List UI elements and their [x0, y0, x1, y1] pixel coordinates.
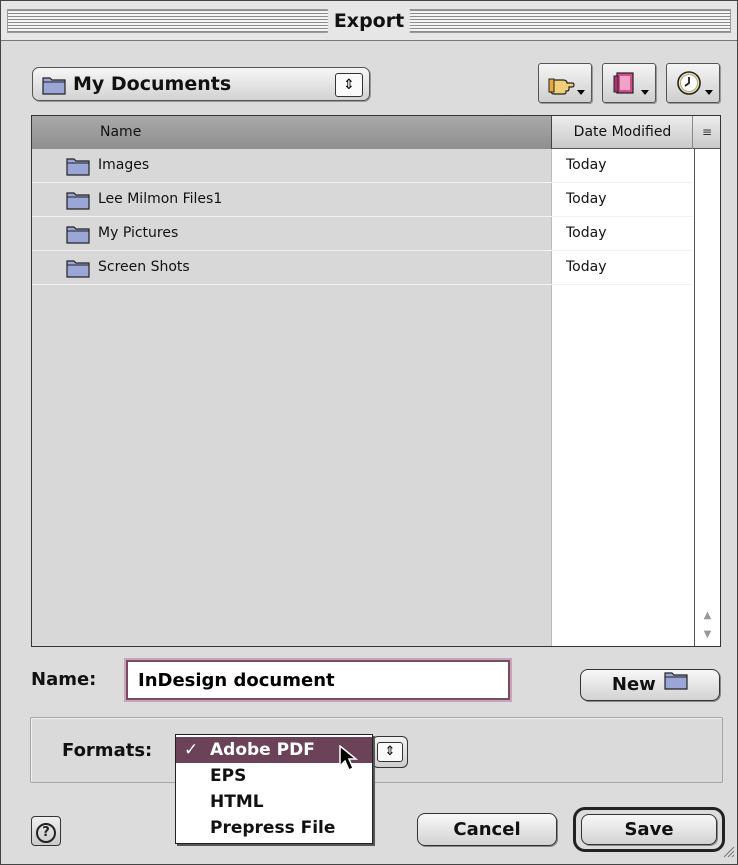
file-rows: Images Today Lee Milmon Files1 Today My …	[32, 149, 693, 285]
menu-item-html[interactable]: HTML	[176, 789, 372, 815]
formats-popup-arrows[interactable]: ⇕	[372, 736, 408, 768]
file-date: Today	[566, 259, 607, 275]
scroll-up-icon[interactable]: ▲	[695, 606, 720, 626]
folder-icon	[41, 74, 67, 100]
export-dialog: Export My Documents ⇕ Name Date Modified…	[0, 0, 738, 865]
favorites-book-icon	[612, 70, 640, 100]
location-label: My Documents	[73, 73, 232, 95]
file-list[interactable]: Name Date Modified ≡ ▲ ▼ Images Today Le…	[31, 115, 721, 647]
recent-button[interactable]	[666, 63, 720, 103]
clock-icon	[676, 70, 704, 100]
column-header-name[interactable]: Name	[32, 116, 552, 149]
name-label: Name:	[31, 669, 97, 690]
name-field[interactable]	[126, 660, 510, 700]
pointing-hand-icon	[548, 70, 576, 100]
checkmark-icon: ✓	[184, 740, 199, 760]
formats-label: Formats:	[62, 740, 153, 761]
list-item[interactable]: Lee Milmon Files1 Today	[32, 183, 693, 217]
dropdown-triangle-icon	[641, 90, 649, 95]
window-title: Export	[327, 5, 411, 37]
new-button-label: New	[611, 674, 656, 695]
file-name: My Pictures	[98, 225, 179, 241]
folder-icon	[664, 672, 688, 695]
save-button[interactable]: Save	[581, 814, 717, 845]
title-bar[interactable]: Export	[1, 1, 737, 41]
vertical-scrollbar[interactable]: ▲ ▼	[694, 149, 720, 646]
file-date: Today	[566, 225, 607, 241]
menu-item-label: Adobe PDF	[210, 740, 315, 760]
new-folder-button[interactable]: New	[580, 669, 720, 701]
save-button-default-ring: Save	[573, 807, 725, 852]
list-item[interactable]: My Pictures Today	[32, 217, 693, 251]
file-name: Lee Milmon Files1	[98, 191, 223, 207]
dropdown-triangle-icon	[577, 90, 585, 95]
list-header: Name Date Modified ≡	[32, 116, 720, 149]
menu-item-prepress-file[interactable]: Prepress File	[176, 815, 372, 841]
folder-icon	[66, 190, 90, 214]
cancel-button[interactable]: Cancel	[417, 813, 557, 846]
popup-arrows-icon: ⇕	[335, 73, 363, 97]
file-name: Images	[98, 157, 150, 173]
mouse-pointer-icon	[339, 744, 359, 777]
list-item[interactable]: Screen Shots Today	[32, 251, 693, 285]
favorites-button[interactable]	[602, 63, 656, 103]
list-item[interactable]: Images Today	[32, 149, 693, 183]
shortcuts-button[interactable]	[538, 63, 592, 103]
help-button[interactable]: ?	[31, 816, 61, 846]
help-icon: ?	[36, 823, 56, 843]
folder-icon	[66, 156, 90, 180]
sort-direction-icon[interactable]: ≡	[694, 116, 720, 149]
popup-arrows-icon: ⇕	[377, 742, 403, 762]
file-name: Screen Shots	[98, 259, 190, 275]
resize-grip-icon[interactable]	[721, 843, 735, 862]
location-popup[interactable]: My Documents ⇕	[32, 67, 370, 101]
folder-icon	[66, 224, 90, 248]
file-date: Today	[566, 191, 607, 207]
scroll-down-icon[interactable]: ▼	[695, 625, 720, 645]
dropdown-triangle-icon	[705, 90, 713, 95]
folder-icon	[66, 258, 90, 282]
column-header-date-modified[interactable]: Date Modified	[553, 116, 693, 149]
file-date: Today	[566, 157, 607, 173]
